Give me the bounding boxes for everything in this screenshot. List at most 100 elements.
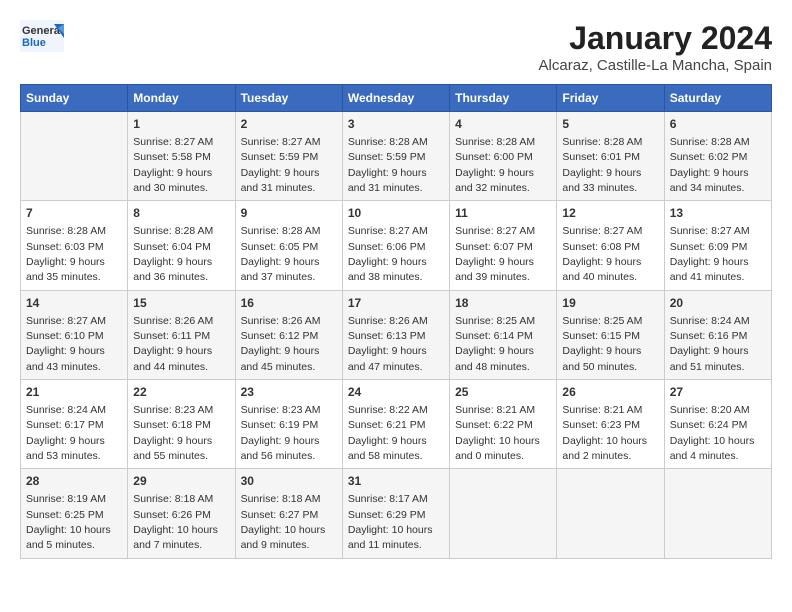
logo: General Blue bbox=[20, 20, 64, 52]
date-number: 14 bbox=[26, 295, 122, 312]
sunset-text: Sunset: 6:10 PM bbox=[26, 330, 104, 342]
calendar-cell: 20Sunrise: 8:24 AMSunset: 6:16 PMDayligh… bbox=[664, 290, 771, 379]
sunset-text: Sunset: 6:04 PM bbox=[133, 241, 211, 253]
sunrise-text: Sunrise: 8:27 AM bbox=[562, 225, 642, 237]
calendar-cell: 12Sunrise: 8:27 AMSunset: 6:08 PMDayligh… bbox=[557, 201, 664, 290]
calendar-cell: 7Sunrise: 8:28 AMSunset: 6:03 PMDaylight… bbox=[21, 201, 128, 290]
date-number: 2 bbox=[241, 116, 337, 133]
daylight-text: Daylight: 9 hours bbox=[670, 167, 749, 179]
sunrise-text: Sunrise: 8:28 AM bbox=[26, 225, 106, 237]
sunrise-text: Sunrise: 8:24 AM bbox=[26, 404, 106, 416]
sunset-text: Sunset: 6:15 PM bbox=[562, 330, 640, 342]
sunset-text: Sunset: 6:09 PM bbox=[670, 241, 748, 253]
daylight-text: and 0 minutes. bbox=[455, 450, 524, 462]
daylight-text: Daylight: 9 hours bbox=[241, 256, 320, 268]
daylight-text: Daylight: 9 hours bbox=[241, 167, 320, 179]
sunset-text: Sunset: 5:59 PM bbox=[348, 151, 426, 163]
daylight-text: and 36 minutes. bbox=[133, 271, 208, 283]
date-number: 1 bbox=[133, 116, 229, 133]
daylight-text: Daylight: 9 hours bbox=[133, 256, 212, 268]
calendar-cell: 11Sunrise: 8:27 AMSunset: 6:07 PMDayligh… bbox=[450, 201, 557, 290]
sunset-text: Sunset: 6:00 PM bbox=[455, 151, 533, 163]
sunset-text: Sunset: 6:19 PM bbox=[241, 419, 319, 431]
calendar-cell: 21Sunrise: 8:24 AMSunset: 6:17 PMDayligh… bbox=[21, 380, 128, 469]
date-number: 4 bbox=[455, 116, 551, 133]
calendar-cell: 29Sunrise: 8:18 AMSunset: 6:26 PMDayligh… bbox=[128, 469, 235, 558]
sunset-text: Sunset: 6:01 PM bbox=[562, 151, 640, 163]
sunset-text: Sunset: 6:12 PM bbox=[241, 330, 319, 342]
date-number: 23 bbox=[241, 384, 337, 401]
calendar-cell bbox=[21, 112, 128, 201]
sunset-text: Sunset: 6:14 PM bbox=[455, 330, 533, 342]
daylight-text: and 40 minutes. bbox=[562, 271, 637, 283]
calendar-cell: 15Sunrise: 8:26 AMSunset: 6:11 PMDayligh… bbox=[128, 290, 235, 379]
calendar-cell: 2Sunrise: 8:27 AMSunset: 5:59 PMDaylight… bbox=[235, 112, 342, 201]
week-row-3: 14 Sunrise: 8:27 AM Sunset: 6:10 PM Dayligh… bbox=[21, 290, 772, 379]
page-title: January 2024 bbox=[539, 20, 772, 57]
date-number: 25 bbox=[455, 384, 551, 401]
daylight-text: and 32 minutes. bbox=[455, 182, 530, 194]
daylight-text: and 58 minutes. bbox=[348, 450, 423, 462]
date-number: 27 bbox=[670, 384, 766, 401]
daylight-text: and 43 minutes. bbox=[26, 361, 101, 373]
daylight-text: and 38 minutes. bbox=[348, 271, 423, 283]
day-header-thursday: Thursday bbox=[450, 85, 557, 112]
sunrise-text: Sunrise: 8:23 AM bbox=[133, 404, 213, 416]
daylight-text: and 37 minutes. bbox=[241, 271, 316, 283]
day-header-monday: Monday bbox=[128, 85, 235, 112]
daylight-text: and 34 minutes. bbox=[670, 182, 745, 194]
sunset-text: Sunset: 6:23 PM bbox=[562, 419, 640, 431]
daylight-text: and 47 minutes. bbox=[348, 361, 423, 373]
sunrise-text: Sunrise: 8:27 AM bbox=[455, 225, 535, 237]
week-row-5: 28Sunrise: 8:19 AMSunset: 6:25 PMDayligh… bbox=[21, 469, 772, 558]
daylight-text: Daylight: 10 hours bbox=[348, 524, 433, 536]
daylight-text: Daylight: 9 hours bbox=[241, 345, 320, 357]
daylight-text: Daylight: 9 hours bbox=[133, 167, 212, 179]
date-number: 6 bbox=[670, 116, 766, 133]
calendar-cell: 26Sunrise: 8:21 AMSunset: 6:23 PMDayligh… bbox=[557, 380, 664, 469]
sunset-text: Sunset: 6:24 PM bbox=[670, 419, 748, 431]
date-number: 11 bbox=[455, 205, 551, 222]
sunrise-text: Sunrise: 8:25 AM bbox=[562, 315, 642, 327]
calendar-cell: 8Sunrise: 8:28 AMSunset: 6:04 PMDaylight… bbox=[128, 201, 235, 290]
calendar-cell: 1Sunrise: 8:27 AMSunset: 5:58 PMDaylight… bbox=[128, 112, 235, 201]
sunrise-text: Sunrise: 8:26 AM bbox=[348, 315, 428, 327]
daylight-text: Daylight: 9 hours bbox=[133, 435, 212, 447]
daylight-text: Daylight: 9 hours bbox=[455, 167, 534, 179]
sunrise-text: Sunrise: 8:24 AM bbox=[670, 315, 750, 327]
daylight-text: and 7 minutes. bbox=[133, 539, 202, 551]
sunrise-text: Sunrise: 8:17 AM bbox=[348, 493, 428, 505]
daylight-text: Daylight: 9 hours bbox=[26, 256, 105, 268]
calendar-cell bbox=[664, 469, 771, 558]
daylight-text: Daylight: 9 hours bbox=[670, 345, 749, 357]
date-number: 15 bbox=[133, 295, 229, 312]
sunrise-text: Sunrise: 8:19 AM bbox=[26, 493, 106, 505]
date-number: 3 bbox=[348, 116, 444, 133]
calendar-cell: 30Sunrise: 8:18 AMSunset: 6:27 PMDayligh… bbox=[235, 469, 342, 558]
sunrise-text: Sunrise: 8:18 AM bbox=[133, 493, 213, 505]
date-number: 31 bbox=[348, 473, 444, 490]
sunset-text: Sunset: 6:26 PM bbox=[133, 509, 211, 521]
calendar-cell: 9Sunrise: 8:28 AMSunset: 6:05 PMDaylight… bbox=[235, 201, 342, 290]
calendar-cell: 14 Sunrise: 8:27 AM Sunset: 6:10 PM Dayligh… bbox=[21, 290, 128, 379]
calendar-cell: 31Sunrise: 8:17 AMSunset: 6:29 PMDayligh… bbox=[342, 469, 449, 558]
calendar-cell bbox=[557, 469, 664, 558]
calendar-body: 1Sunrise: 8:27 AMSunset: 5:58 PMDaylight… bbox=[21, 112, 772, 559]
sunrise-text: Sunrise: 8:27 AM bbox=[26, 315, 106, 327]
title-block: January 2024 Alcaraz, Castille-La Mancha… bbox=[539, 20, 772, 74]
sunrise-text: Sunrise: 8:21 AM bbox=[455, 404, 535, 416]
date-number: 26 bbox=[562, 384, 658, 401]
daylight-text: Daylight: 9 hours bbox=[348, 435, 427, 447]
sunrise-text: Sunrise: 8:21 AM bbox=[562, 404, 642, 416]
sunrise-text: Sunrise: 8:28 AM bbox=[133, 225, 213, 237]
daylight-text: Daylight: 10 hours bbox=[241, 524, 326, 536]
daylight-text: Daylight: 9 hours bbox=[348, 345, 427, 357]
daylight-text: Daylight: 9 hours bbox=[26, 345, 105, 357]
sunset-text: Sunset: 6:27 PM bbox=[241, 509, 319, 521]
sunset-text: Sunset: 6:02 PM bbox=[670, 151, 748, 163]
date-number: 19 bbox=[562, 295, 658, 312]
sunset-text: Sunset: 6:25 PM bbox=[26, 509, 104, 521]
sunrise-text: Sunrise: 8:28 AM bbox=[455, 136, 535, 148]
sunrise-text: Sunrise: 8:27 AM bbox=[670, 225, 750, 237]
daylight-text: and 2 minutes. bbox=[562, 450, 631, 462]
